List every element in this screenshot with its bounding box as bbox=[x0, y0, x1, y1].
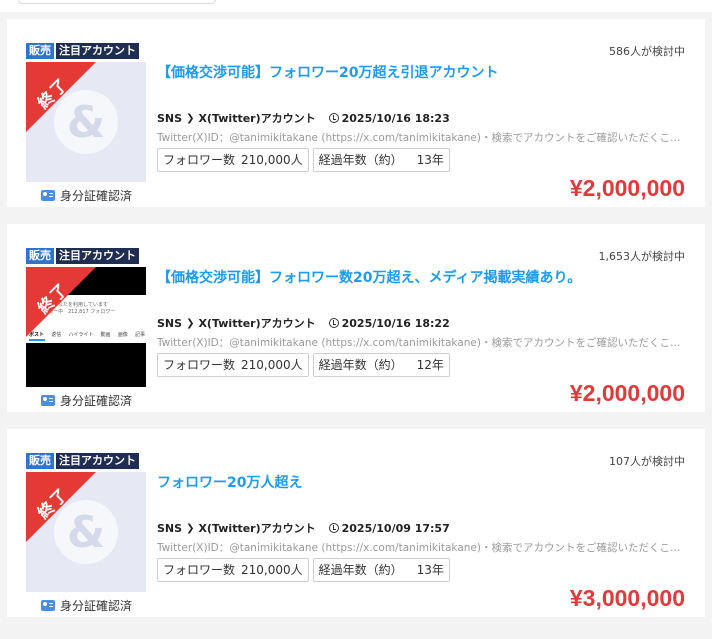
id-card-icon bbox=[41, 190, 55, 201]
screenshot-tab: 画像 bbox=[117, 332, 128, 338]
followers-tag: フォロワー数 210,000人 bbox=[157, 353, 309, 377]
screenshot-tab: 動画 bbox=[100, 332, 111, 338]
screenshot-tabs: ポスト 返信 ハイライト 動画 画像 記事 bbox=[29, 331, 145, 338]
screenshot-text: ・人があなたを利用しています bbox=[38, 302, 108, 308]
id-verified: 身分証確認済 bbox=[41, 597, 132, 614]
years-value: 13年 bbox=[416, 153, 444, 167]
screenshot-tab: ハイライト bbox=[68, 332, 94, 338]
listing-description: Twitter(X)ID：@tanimikitakane (https://x.… bbox=[157, 132, 687, 144]
followers-label: フォロワー数 bbox=[163, 153, 236, 167]
featured-badge: 注目アカウント bbox=[56, 248, 139, 264]
screenshot-follow-counts: フォロー中 212,817 フォロワー bbox=[38, 309, 116, 315]
search-input[interactable] bbox=[18, 0, 216, 4]
listing-title-link[interactable]: フォロワー20万人超え bbox=[157, 472, 302, 492]
years-label: 経過年数（約） bbox=[318, 358, 403, 372]
sale-badge: 販売 bbox=[26, 43, 54, 59]
listing-date: 2025/10/16 18:22 bbox=[341, 316, 450, 330]
placeholder-logo: & bbox=[54, 90, 118, 154]
listing-description: Twitter(X)ID：@tanimikitakane (https://x.… bbox=[157, 337, 687, 349]
listing-title-link[interactable]: 【価格交渉可能】フォロワー数20万超え、メディア掲載実績あり。 bbox=[157, 267, 581, 287]
id-card-icon bbox=[41, 600, 55, 611]
sale-badge: 販売 bbox=[26, 248, 54, 264]
listing-date: 2025/10/16 18:23 bbox=[341, 111, 450, 125]
category-link[interactable]: SNS bbox=[157, 112, 182, 125]
years-tag: 経過年数（約） 12年 bbox=[312, 353, 450, 377]
id-verified: 身分証確認済 bbox=[41, 392, 132, 409]
verified-label: 身分証確認済 bbox=[60, 394, 133, 408]
chevron-right-icon: ❯ bbox=[186, 317, 195, 329]
listing-meta: SNS ❯ X(Twitter)アカウント 2025/10/16 18:23 bbox=[157, 110, 450, 126]
chevron-right-icon: ❯ bbox=[186, 112, 195, 124]
years-tag: 経過年数（約） 13年 bbox=[312, 148, 450, 172]
verified-label: 身分証確認済 bbox=[60, 599, 133, 613]
sale-badge: 販売 bbox=[26, 453, 54, 469]
screenshot-tab-underline bbox=[29, 339, 45, 341]
category-link[interactable]: SNS bbox=[157, 522, 182, 535]
featured-badge: 注目アカウント bbox=[56, 453, 139, 469]
years-label: 経過年数（約） bbox=[318, 153, 403, 167]
badge-group: 販売 注目アカウント bbox=[26, 248, 139, 264]
listing-meta: SNS ❯ X(Twitter)アカウント 2025/10/16 18:22 bbox=[157, 315, 450, 331]
listing-date: 2025/10/09 17:57 bbox=[341, 521, 450, 535]
category-link[interactable]: SNS bbox=[157, 317, 182, 330]
screenshot-tab: ポスト bbox=[29, 332, 45, 338]
listing-price: ¥2,000,000 bbox=[569, 175, 685, 201]
listing-card[interactable]: 販売 注目アカウント & 終了 身分証確認済 586人が検討中 【価格交渉可能】… bbox=[7, 19, 705, 207]
subcategory-link[interactable]: X(Twitter)アカウント bbox=[198, 315, 315, 331]
screenshot-header bbox=[26, 267, 146, 295]
spec-tags: フォロワー数 210,000人 経過年数（約） 12年 bbox=[157, 353, 450, 377]
verified-label: 身分証確認済 bbox=[60, 189, 133, 203]
followers-value: 210,000人 bbox=[241, 563, 303, 577]
featured-badge: 注目アカウント bbox=[56, 43, 139, 59]
listing-card[interactable]: 販売 注目アカウント ・人があなたを利用しています フォロー中 212,817 … bbox=[7, 224, 705, 412]
followers-tag: フォロワー数 210,000人 bbox=[157, 148, 309, 172]
id-verified: 身分証確認済 bbox=[41, 187, 132, 204]
years-value: 13年 bbox=[416, 563, 444, 577]
badge-group: 販売 注目アカウント bbox=[26, 43, 139, 59]
id-card-icon bbox=[41, 395, 55, 406]
screenshot-tab: 記事 bbox=[134, 332, 145, 338]
subcategory-link[interactable]: X(Twitter)アカウント bbox=[198, 520, 315, 536]
viewer-count: 586人が検討中 bbox=[609, 45, 685, 58]
listing-thumbnail[interactable]: & 終了 bbox=[26, 62, 146, 182]
followers-value: 210,000人 bbox=[241, 358, 303, 372]
spec-tags: フォロワー数 210,000人 経過年数（約） 13年 bbox=[157, 148, 450, 172]
listing-card[interactable]: 販売 注目アカウント & 終了 身分証確認済 107人が検討中 フォロワー20万… bbox=[7, 429, 705, 617]
listing-meta: SNS ❯ X(Twitter)アカウント 2025/10/09 17:57 bbox=[157, 520, 450, 536]
screenshot-feed bbox=[26, 343, 146, 387]
chevron-right-icon: ❯ bbox=[186, 522, 195, 534]
years-value: 12年 bbox=[416, 358, 444, 372]
top-bar bbox=[0, 0, 712, 12]
clock-icon bbox=[328, 318, 339, 328]
listing-description: Twitter(X)ID：@tanimikitakane (https://x.… bbox=[157, 542, 687, 554]
subcategory-link[interactable]: X(Twitter)アカウント bbox=[198, 110, 315, 126]
viewer-count: 1,653人が検討中 bbox=[598, 250, 686, 263]
screenshot-profile: ・人があなたを利用しています フォロー中 212,817 フォロワー ポスト 返… bbox=[26, 295, 146, 343]
followers-label: フォロワー数 bbox=[163, 358, 236, 372]
years-tag: 経過年数（約） 13年 bbox=[312, 558, 450, 582]
viewer-count: 107人が検討中 bbox=[609, 455, 685, 468]
followers-label: フォロワー数 bbox=[163, 563, 236, 577]
placeholder-logo: & bbox=[54, 500, 118, 564]
listing-thumbnail[interactable]: ・人があなたを利用しています フォロー中 212,817 フォロワー ポスト 返… bbox=[26, 267, 146, 387]
clock-icon bbox=[328, 113, 339, 123]
listing-thumbnail[interactable]: & 終了 bbox=[26, 472, 146, 592]
followers-value: 210,000人 bbox=[241, 153, 303, 167]
badge-group: 販売 注目アカウント bbox=[26, 453, 139, 469]
listing-price: ¥2,000,000 bbox=[569, 380, 685, 406]
years-label: 経過年数（約） bbox=[318, 563, 403, 577]
clock-icon bbox=[328, 523, 339, 533]
listing-title-link[interactable]: 【価格交渉可能】フォロワー20万超え引退アカウント bbox=[157, 62, 498, 82]
screenshot-tab: 返信 bbox=[51, 332, 62, 338]
followers-tag: フォロワー数 210,000人 bbox=[157, 558, 309, 582]
spec-tags: フォロワー数 210,000人 経過年数（約） 13年 bbox=[157, 558, 450, 582]
listing-price: ¥3,000,000 bbox=[569, 585, 685, 611]
